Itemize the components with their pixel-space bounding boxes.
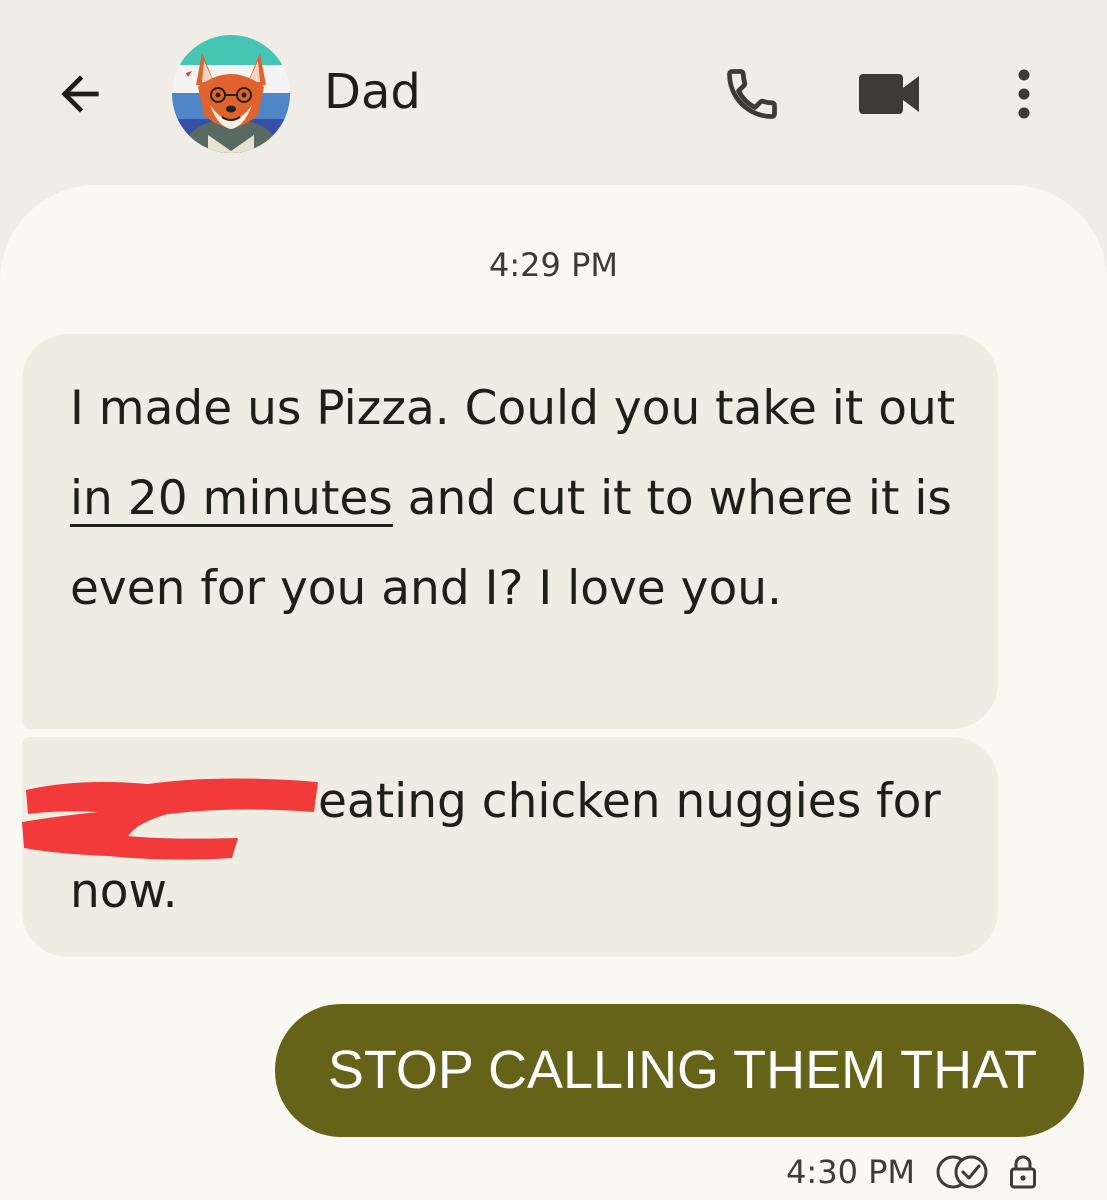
message-timestamp: 4:29 PM	[489, 246, 618, 284]
message-status: 4:30 PM	[786, 1148, 1037, 1196]
outgoing-message-bubble[interactable]: STOP CALLING THEM THAT	[275, 1004, 1084, 1137]
back-button[interactable]	[48, 62, 112, 126]
fox-avatar-icon	[172, 35, 290, 153]
time-link[interactable]: in 20 minutes	[70, 471, 393, 526]
message-text: eating chicken nuggies for now.	[70, 774, 941, 919]
top-app-bar: Dad	[0, 0, 1107, 185]
incoming-message-bubble[interactable]: eating chicken nuggies for now.	[22, 737, 998, 957]
delivered-check-icon	[933, 1152, 991, 1192]
arrow-left-icon	[61, 75, 99, 113]
lock-icon	[1009, 1154, 1037, 1190]
avatar[interactable]	[172, 35, 290, 153]
message-text: I made us Pizza. Could you take it out	[70, 381, 956, 436]
call-button[interactable]	[716, 58, 788, 130]
more-vertical-icon	[1018, 69, 1030, 119]
incoming-message-bubble[interactable]: I made us Pizza. Could you take it out i…	[22, 334, 998, 729]
video-camera-icon	[859, 74, 919, 114]
more-options-button[interactable]	[996, 58, 1052, 130]
sent-timestamp: 4:30 PM	[786, 1153, 915, 1191]
contact-name[interactable]: Dad	[324, 62, 421, 122]
video-call-button[interactable]	[852, 58, 928, 130]
outgoing-message-text: STOP CALLING THEM THAT	[327, 1040, 1038, 1100]
phone-icon	[727, 69, 777, 119]
